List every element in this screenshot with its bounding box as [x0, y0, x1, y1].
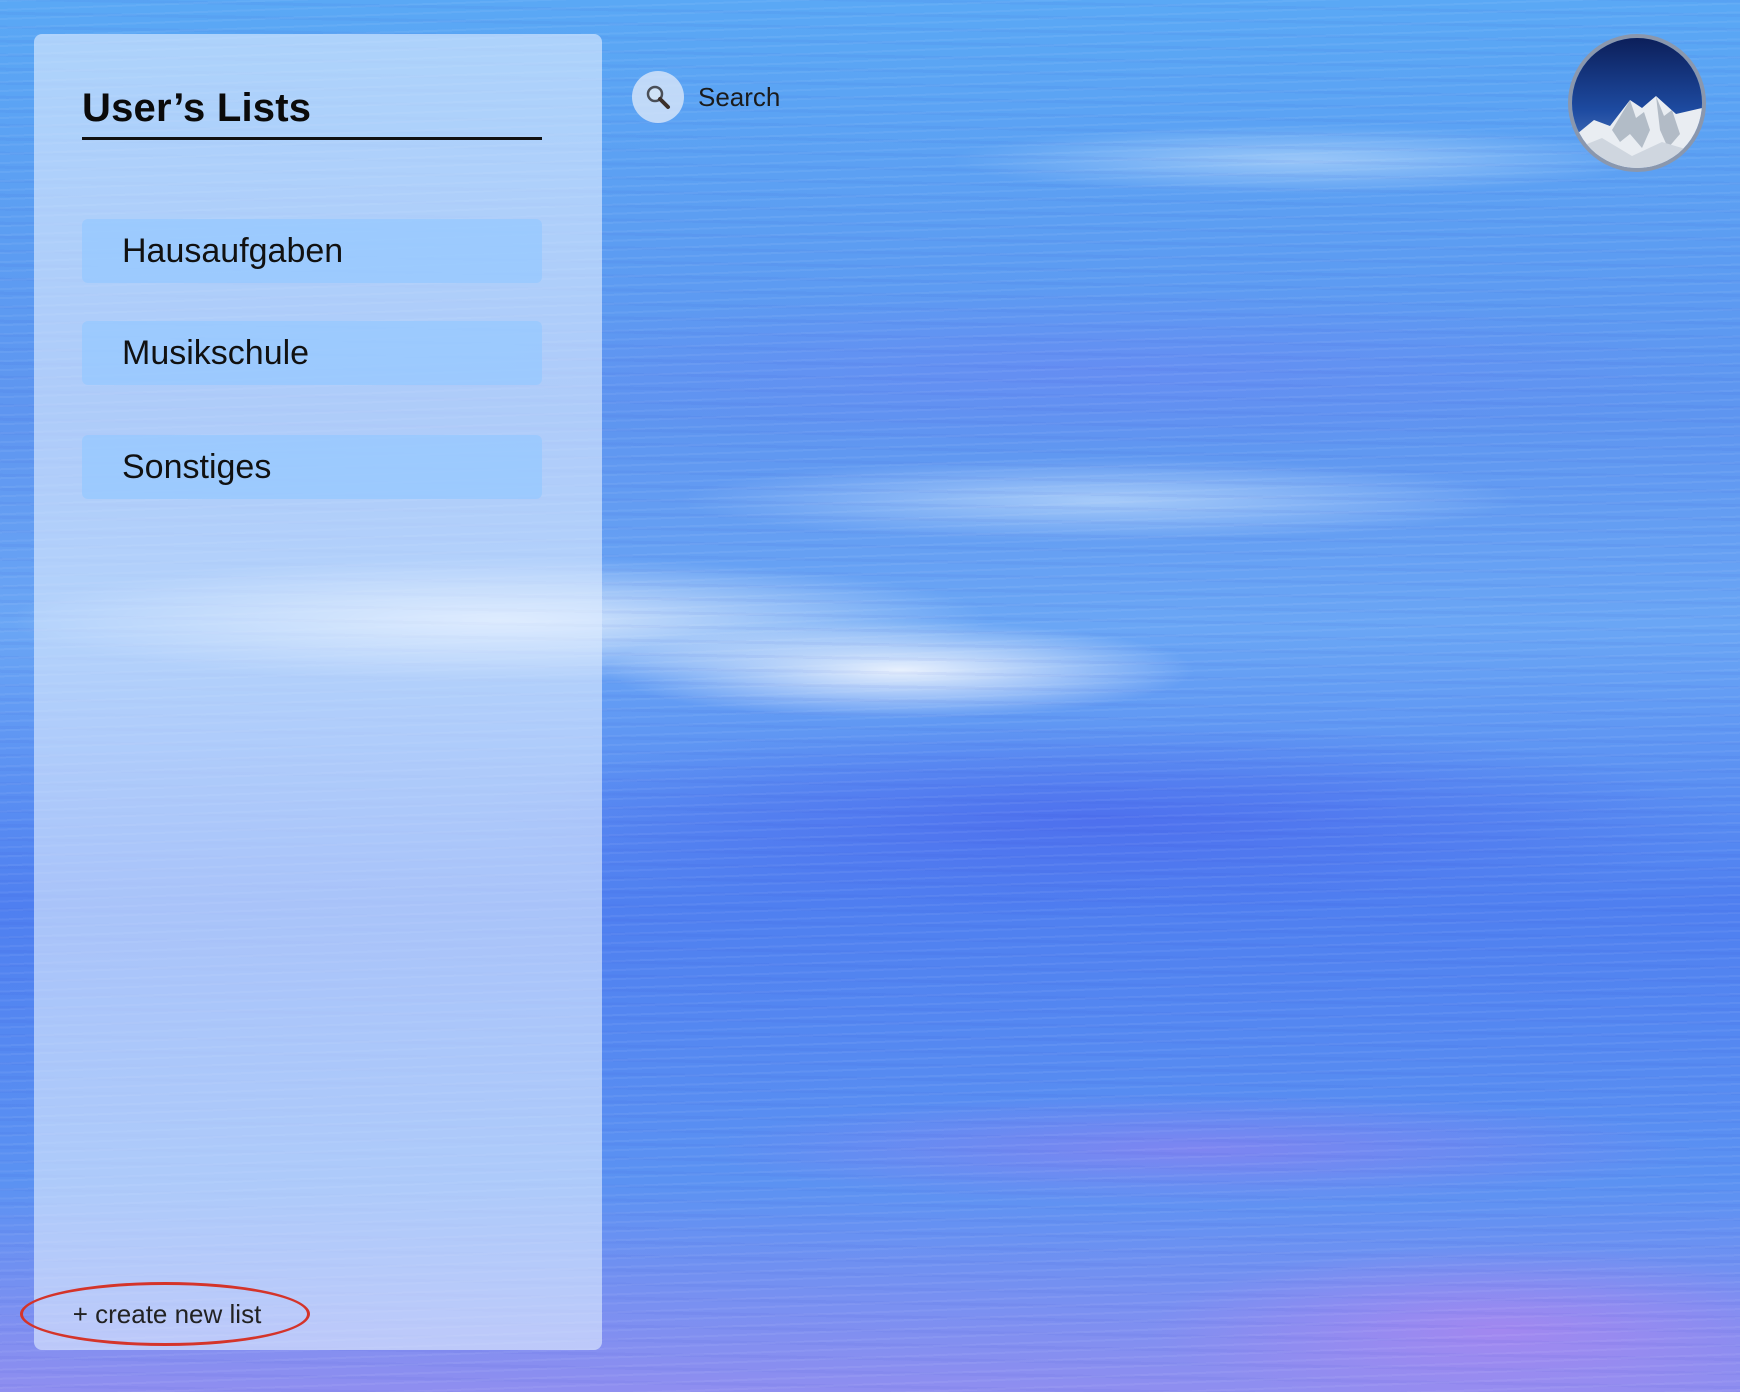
mountain-avatar-icon [1572, 38, 1702, 168]
list-item-label: Hausaufgaben [122, 231, 344, 270]
user-avatar[interactable] [1568, 34, 1706, 172]
list-item-label: Sonstiges [122, 447, 272, 486]
search-label: Search [698, 81, 781, 112]
list-item-sonstiges[interactable]: Sonstiges [82, 435, 542, 499]
list-item-musikschule[interactable]: Musikschule [82, 321, 542, 385]
list-item-hausaufgaben[interactable]: Hausaufgaben [82, 219, 542, 283]
create-new-list-button[interactable]: + create new list [73, 1299, 262, 1330]
create-list-highlight: + create new list [20, 1282, 310, 1346]
sidebar-title: User’s Lists [82, 86, 542, 140]
magnifier-icon[interactable] [632, 71, 684, 123]
app-page: User’s Lists Hausaufgaben Musikschule So… [0, 0, 1740, 1392]
list-item-label: Musikschule [122, 333, 310, 372]
search-button[interactable]: Search [632, 70, 780, 124]
lists-sidebar: User’s Lists Hausaufgaben Musikschule So… [20, 34, 602, 1350]
